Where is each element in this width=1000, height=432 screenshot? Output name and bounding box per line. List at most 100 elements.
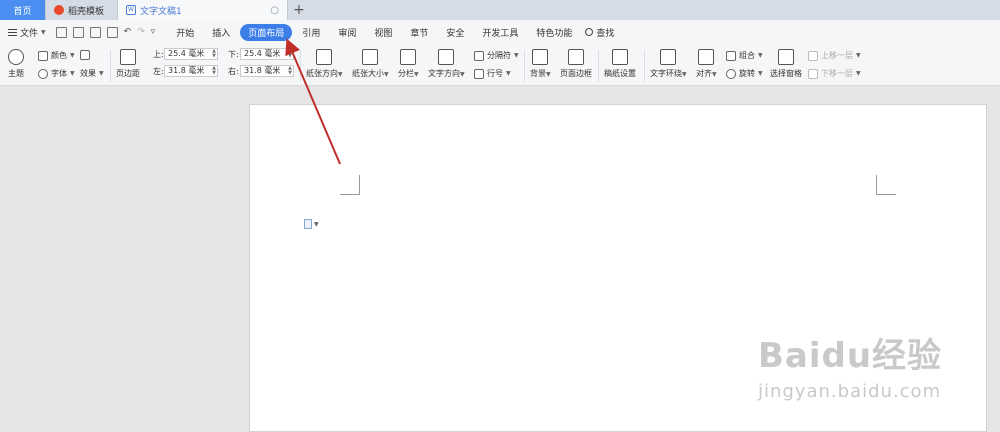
- text-direction-button[interactable]: 文字方向▼: [428, 49, 465, 79]
- menu-insert[interactable]: 插入: [204, 24, 238, 41]
- fonts-button[interactable]: 字体 ▼: [38, 68, 75, 79]
- bring-forward-button[interactable]: 上移一层 ▼: [808, 50, 861, 61]
- select-pane-button[interactable]: 选择窗格: [770, 49, 802, 79]
- line-numbers-label: 行号: [487, 69, 503, 78]
- margins-label: 页边距: [116, 69, 140, 78]
- search-label: 查找: [596, 28, 615, 39]
- colors-icon: [38, 50, 48, 61]
- watermark-url: jingyan.baidu.com: [758, 381, 942, 402]
- effects-label: 效果: [80, 69, 96, 78]
- orientation-button[interactable]: 纸张方向▼: [306, 49, 343, 79]
- margin-top-value: 25.4 毫米: [168, 49, 205, 58]
- ribbon-divider: [300, 50, 301, 82]
- align-button[interactable]: 对齐▼: [696, 49, 717, 79]
- chevron-down-icon: ▼: [41, 28, 46, 36]
- align-icon: [698, 49, 715, 65]
- print-icon[interactable]: [89, 26, 101, 38]
- background-button[interactable]: 背景▼: [530, 49, 551, 79]
- palette-icon: [8, 49, 24, 65]
- crop-mark-right: [876, 175, 896, 195]
- ribbon-divider: [524, 50, 525, 82]
- menu-view[interactable]: 视图: [366, 24, 400, 41]
- margin-top-label: 上:: [153, 50, 164, 59]
- menu-page-layout[interactable]: 页面布局: [240, 23, 293, 41]
- line-numbers-button[interactable]: 行号 ▼: [474, 68, 511, 79]
- menu-developer[interactable]: 开发工具: [474, 24, 526, 41]
- rotate-label: 旋转: [739, 69, 755, 78]
- colors-button[interactable]: 颜色 ▼: [38, 50, 75, 61]
- orientation-label: 纸张方向: [306, 69, 338, 78]
- select-pane-icon: [778, 49, 794, 65]
- spinner-icon[interactable]: ▲ ▼: [288, 66, 292, 76]
- margin-right-label: 右:: [228, 67, 239, 76]
- margin-left-input[interactable]: 31.8 毫米 ▲ ▼: [164, 65, 218, 77]
- theme-button[interactable]: 主题: [8, 49, 24, 79]
- chevron-down-icon: ▼: [314, 220, 319, 228]
- file-menu-button[interactable]: 文件 ▼: [8, 26, 46, 39]
- quick-access-toolbar: ↶ ↷ ▿: [55, 26, 156, 38]
- tab-template[interactable]: 稻壳模板: [46, 0, 118, 20]
- send-backward-icon: [808, 68, 818, 79]
- spinner-icon[interactable]: ▲ ▼: [212, 66, 216, 76]
- margin-bottom-value: 25.4 毫米: [244, 49, 281, 58]
- undo-icon[interactable]: ↶: [124, 27, 132, 37]
- tab-home[interactable]: 首页: [0, 0, 46, 20]
- baidu-watermark: Baidu经验 jingyan.baidu.com: [758, 328, 942, 402]
- hamburger-icon: [8, 28, 17, 36]
- send-backward-label: 下移一层: [821, 69, 853, 78]
- margin-left-label: 左:: [153, 67, 164, 76]
- file-menu-label: 文件: [20, 28, 39, 39]
- paper-size-icon: [362, 49, 379, 65]
- new-tab-button[interactable]: +: [288, 0, 310, 20]
- menu-security[interactable]: 安全: [438, 24, 472, 41]
- print-preview-icon[interactable]: [106, 26, 118, 38]
- margins-icon: [120, 49, 136, 65]
- line-numbers-icon: [474, 68, 484, 79]
- search-button[interactable]: 查找: [585, 26, 614, 39]
- text-wrap-icon: [660, 49, 677, 65]
- rotate-button[interactable]: 旋转 ▼: [726, 68, 763, 79]
- paragraph-layout-button[interactable]: ▼: [304, 219, 319, 229]
- margins-button[interactable]: 页边距: [116, 49, 140, 79]
- margin-bottom-label: 下:: [228, 50, 239, 59]
- tab-document[interactable]: W 文字文稿1 ○: [118, 0, 288, 20]
- effects-label-button[interactable]: 效果 ▼: [80, 68, 104, 79]
- ribbon-divider: [110, 50, 111, 82]
- word-doc-icon: W: [126, 5, 136, 15]
- ribbon-divider: [598, 50, 599, 82]
- plus-icon: +: [293, 2, 305, 18]
- margin-bottom-input[interactable]: 25.4 毫米 ▲ ▼: [240, 48, 294, 60]
- theme-label: 主题: [8, 69, 24, 78]
- columns-button[interactable]: 分栏▼: [398, 49, 419, 79]
- tab-template-label: 稻壳模板: [68, 6, 105, 17]
- page-border-button[interactable]: 页面边框: [560, 49, 592, 79]
- export-icon[interactable]: [72, 26, 84, 38]
- send-backward-button[interactable]: 下移一层 ▼: [808, 68, 861, 79]
- close-tab-icon[interactable]: ○: [270, 5, 279, 16]
- menu-chapter[interactable]: 章节: [402, 24, 436, 41]
- font-icon: [38, 68, 48, 79]
- menu-references[interactable]: 引用: [294, 24, 328, 41]
- spinner-icon[interactable]: ▲ ▼: [288, 49, 292, 59]
- ribbon-divider: [644, 50, 645, 82]
- paper-size-button[interactable]: 纸张大小▼: [352, 49, 389, 79]
- margin-right-input[interactable]: 31.8 毫米 ▲ ▼: [240, 65, 294, 77]
- effects-icon: [80, 50, 90, 60]
- save-icon[interactable]: [55, 26, 67, 38]
- redo-icon[interactable]: ↷: [137, 27, 145, 37]
- margin-top-input[interactable]: 25.4 毫米 ▲ ▼: [164, 48, 218, 60]
- manuscript-button[interactable]: 稿纸设置: [604, 49, 636, 79]
- breaks-button[interactable]: 分隔符 ▼: [474, 50, 519, 61]
- menu-review[interactable]: 审阅: [330, 24, 364, 41]
- menu-special[interactable]: 特色功能: [528, 24, 580, 41]
- effects-button[interactable]: [80, 50, 90, 60]
- menu-start[interactable]: 开始: [168, 24, 202, 41]
- background-label: 背景: [530, 69, 546, 78]
- customize-icon[interactable]: ▿: [151, 27, 156, 37]
- spinner-icon[interactable]: ▲ ▼: [212, 49, 216, 59]
- group-button[interactable]: 组合 ▼: [726, 50, 763, 61]
- text-wrap-label: 文字环绕: [650, 69, 682, 78]
- menu-bar: 文件 ▼ ↶ ↷ ▿ 开始 插入 页面布局 引用 审阅 视图 章节 安全 开发工…: [0, 20, 1000, 44]
- align-label: 对齐: [696, 69, 712, 78]
- text-wrap-button[interactable]: 文字环绕▼: [650, 49, 687, 79]
